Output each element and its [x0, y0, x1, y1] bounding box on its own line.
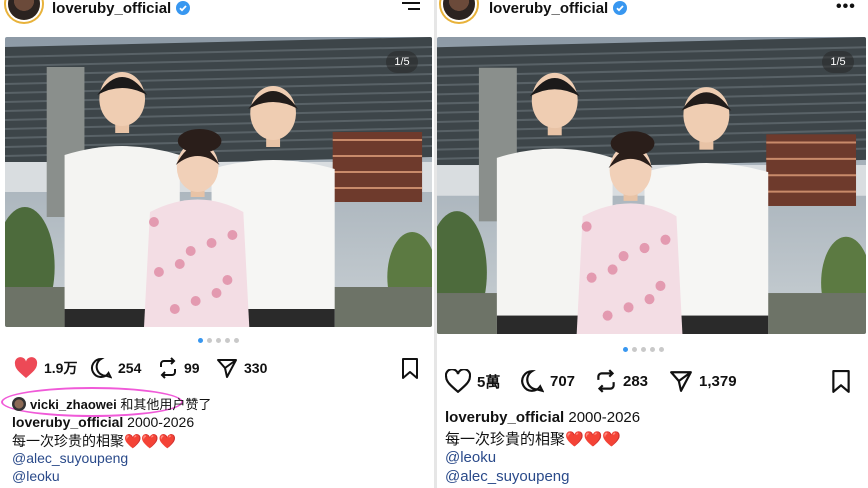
caption: loveruby_official 2000-2026 [445, 409, 640, 426]
liked-by-line[interactable]: vicki_zhaowei 和其他用户赞了 [12, 394, 211, 413]
caption-username[interactable]: loveruby_official [12, 414, 123, 430]
pager-dot [234, 338, 239, 343]
pager-dot [198, 338, 203, 343]
comment-button[interactable]: 707 [520, 369, 575, 393]
pager-dot [216, 338, 221, 343]
pager-dot [207, 338, 212, 343]
caption-text: 2000-2026 [127, 414, 195, 430]
post-header: loveruby_official [0, 0, 434, 24]
pager-dot [225, 338, 230, 343]
caption-line2: 每一次珍貴的相聚❤️❤️❤️ [445, 428, 621, 449]
caption-username[interactable]: loveruby_official [445, 409, 564, 426]
photo-image [5, 37, 432, 327]
more-icon[interactable]: ••• [836, 0, 856, 16]
hearts-emoji: ❤️❤️❤️ [565, 431, 622, 448]
share-button[interactable]: 1,379 [669, 369, 737, 393]
mention-link[interactable]: @leoku [12, 468, 60, 484]
like-button[interactable]: 5萬 [445, 369, 500, 393]
verified-icon [613, 1, 628, 15]
avatar[interactable] [443, 0, 475, 20]
post-username[interactable]: loveruby_official [52, 0, 191, 17]
repost-count: 283 [623, 372, 649, 390]
left-post: loveruby_official 1/5 1.9万 254 99 330 vi… [0, 0, 434, 488]
repost-icon [597, 369, 615, 393]
photo-counter: 1/5 [386, 51, 418, 73]
verified-icon [176, 1, 191, 15]
share-button[interactable]: 330 [216, 357, 267, 379]
photo-image [437, 37, 866, 334]
like-count: 1.9万 [44, 360, 78, 376]
caption: loveruby_official 2000-2026 [12, 414, 194, 430]
repost-button[interactable]: 283 [595, 369, 648, 393]
bookmark-icon[interactable] [831, 370, 851, 394]
comment-button[interactable]: 254 [90, 357, 141, 379]
post-photo[interactable]: 1/5 [437, 37, 866, 334]
comment-count: 707 [550, 372, 576, 390]
bookmark-icon[interactable] [401, 358, 419, 380]
like-count: 5萬 [477, 373, 501, 391]
repost-icon [160, 357, 176, 379]
mention-link[interactable]: @leoku [445, 449, 496, 466]
caption-line2-text: 每一次珍貴的相聚 [445, 431, 566, 448]
share-count: 1,379 [699, 372, 737, 390]
liked-by-user[interactable]: vicki_zhaowei [30, 397, 117, 412]
pager-dot [659, 347, 664, 352]
share-icon [217, 359, 237, 378]
avatar[interactable] [8, 0, 40, 20]
liked-by-rest: 和其他用户赞了 [120, 397, 212, 412]
carousel-pager [196, 338, 241, 344]
post-photo[interactable]: 1/5 [5, 37, 432, 327]
carousel-pager [621, 347, 666, 353]
like-button[interactable]: 1.9万 [14, 357, 77, 379]
comment-icon [521, 370, 544, 393]
comment-icon [91, 357, 112, 379]
pager-dot [650, 347, 655, 352]
repost-button[interactable]: 99 [158, 357, 200, 379]
caption-line2-text: 每一次珍贵的相聚 [12, 433, 124, 449]
pager-dot [623, 347, 628, 352]
post-username[interactable]: loveruby_official [489, 0, 628, 17]
share-icon [670, 371, 692, 392]
pager-dot [641, 347, 646, 352]
repost-count: 99 [184, 360, 200, 376]
right-post: loveruby_official ••• 1/5 5萬 707 283 1,3… [437, 0, 868, 488]
caption-text: 2000-2026 [568, 409, 641, 426]
mention-link[interactable]: @alec_suyoupeng [12, 450, 128, 466]
caption-line2: 每一次珍贵的相聚❤️❤️❤️ [12, 431, 176, 451]
menu-icon[interactable] [402, 2, 420, 14]
heart-icon [445, 369, 471, 393]
mini-avatar [12, 397, 26, 411]
pager-dot [632, 347, 637, 352]
post-header: loveruby_official ••• [437, 0, 868, 24]
photo-counter: 1/5 [822, 51, 854, 73]
mention-link[interactable]: @alec_suyoupeng [445, 468, 569, 485]
heart-icon [14, 357, 38, 378]
comment-count: 254 [118, 360, 142, 376]
hearts-emoji: ❤️❤️❤️ [124, 433, 177, 449]
share-count: 330 [244, 360, 268, 376]
